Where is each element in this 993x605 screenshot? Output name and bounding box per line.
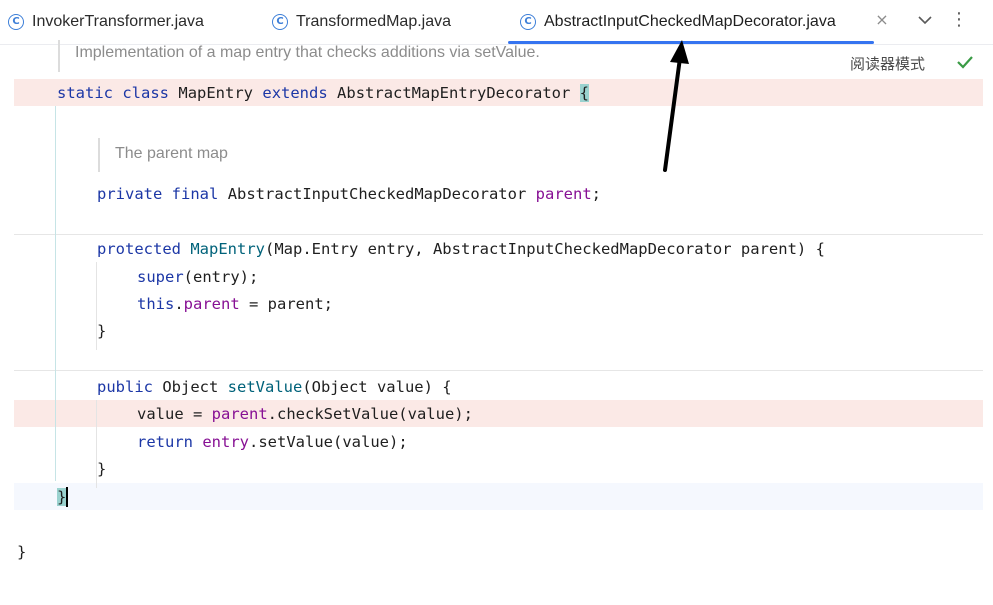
field-name: parent: [211, 405, 268, 423]
code-line-field-declaration: private final AbstractInputCheckedMapDec…: [97, 184, 601, 204]
parameters: (Object value) {: [302, 378, 452, 396]
tab-transformed-map[interactable]: C TransformedMap.java: [272, 0, 451, 44]
current-line: [14, 483, 983, 510]
check-icon[interactable]: [956, 54, 974, 70]
keyword: return: [137, 433, 193, 451]
field-name: parent: [183, 295, 240, 313]
code-line-return: return entry.setValue(value);: [137, 432, 408, 452]
class-icon: C: [272, 14, 288, 30]
code-line-outer-close: }: [17, 543, 27, 561]
code-text: .checkSetValue(value);: [267, 405, 473, 423]
keyword: final: [171, 185, 219, 203]
method-separator: [14, 370, 983, 371]
doc-comment: Implementation of a map entry that check…: [75, 44, 540, 61]
more-options-icon[interactable]: ⋮: [950, 8, 968, 32]
code-text: .setValue(value);: [249, 433, 408, 451]
text-caret: [66, 487, 68, 507]
code-line-constructor-close: }: [97, 322, 107, 340]
class-icon: C: [8, 14, 24, 30]
doc-comment-bar: [98, 138, 100, 172]
code-line-class-close: }: [57, 487, 67, 507]
matched-brace: }: [57, 488, 67, 506]
tab-label: AbstractInputCheckedMapDecorator.java: [544, 13, 836, 30]
field-name: entry: [202, 433, 250, 451]
tab-label: InvokerTransformer.java: [32, 13, 204, 30]
superclass-name: AbstractMapEntryDecorator: [337, 84, 571, 102]
reader-mode-toggle[interactable]: 阅读器模式: [850, 53, 925, 74]
keyword: super: [137, 268, 184, 286]
punctuation: .: [174, 295, 184, 313]
close-tab-icon[interactable]: ×: [874, 10, 890, 30]
code-line-class-declaration: static class MapEntry extends AbstractMa…: [57, 83, 590, 103]
code-text: (entry);: [183, 268, 259, 286]
punctuation: ;: [591, 185, 601, 203]
keyword: protected: [97, 240, 181, 258]
code-line-constructor: protected MapEntry(Map.Entry entry, Abst…: [97, 239, 825, 259]
keyword: this: [137, 295, 175, 313]
parameters: (Map.Entry entry, AbstractInputCheckedMa…: [265, 240, 825, 258]
code-line-method-declaration: public Object setValue(Object value) {: [97, 377, 452, 397]
keyword: public: [97, 378, 153, 396]
doc-comment: The parent map: [115, 145, 228, 162]
keyword: extends: [262, 84, 328, 102]
matched-brace: {: [579, 84, 590, 102]
code-line-this-assign: this.parent = parent;: [137, 294, 333, 314]
doc-comment-bar: [58, 40, 60, 72]
keyword: static: [57, 84, 113, 102]
editor-tab-bar: C InvokerTransformer.java C TransformedM…: [0, 0, 993, 45]
tab-invoker-transformer[interactable]: C InvokerTransformer.java: [8, 0, 204, 44]
method-name: MapEntry: [190, 240, 265, 258]
code-editor[interactable]: Implementation of a map entry that check…: [0, 40, 993, 605]
class-name: MapEntry: [178, 84, 254, 102]
code-text: value =: [137, 405, 212, 423]
class-icon: C: [520, 14, 536, 30]
keyword: private: [97, 185, 163, 203]
tab-abstract-input-checked-map-decorator[interactable]: C AbstractInputCheckedMapDecorator.java: [508, 0, 874, 44]
code-text: = parent;: [239, 295, 333, 313]
type-name: AbstractInputCheckedMapDecorator: [227, 185, 527, 203]
tab-label: TransformedMap.java: [296, 13, 452, 30]
type-name: Object: [153, 378, 228, 396]
keyword: class: [122, 84, 170, 102]
field-name: parent: [535, 185, 592, 203]
method-name: setValue: [227, 378, 303, 396]
code-line-method-close: }: [97, 460, 107, 478]
indent-guide: [55, 106, 56, 481]
method-separator: [14, 234, 983, 235]
code-line-super-call: super(entry);: [137, 267, 258, 287]
chevron-down-icon[interactable]: [916, 10, 934, 30]
code-line-value-assign: value = parent.checkSetValue(value);: [137, 404, 473, 424]
